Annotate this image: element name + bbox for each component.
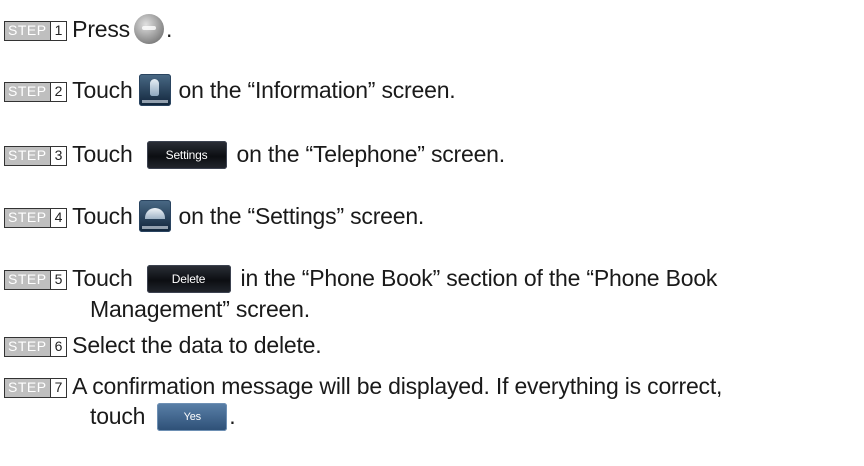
step-4: STEP 4 Touch on the “Settings” screen. [4,199,862,234]
step-badge: STEP 3 [4,146,68,166]
step-2: STEP 2 Touch on the “Information” screen. [4,73,862,108]
step-badge: STEP 2 [4,82,68,102]
step-text: Touch [72,141,133,167]
step-badge: STEP 7 [4,378,68,398]
step-5: STEP 5 Touch Delete in the “Phone Book” sect… [4,263,862,324]
step-text: Press [72,16,130,42]
step-text-continued-after: . [229,403,236,429]
step-badge: STEP 4 [4,208,68,228]
step-text: Select the data to delete. [72,332,322,358]
step-text: Touch [72,77,133,103]
instruction-page: STEP 1 Press. STEP 2 Touch on the “Informatio… [0,0,864,466]
step-text-continued-before: touch [90,403,146,429]
step-text-after: in the “Phone Book” section of the “Phon… [240,265,718,291]
step-text: Touch [72,203,133,229]
settings-button-image: Settings [146,140,227,169]
delete-button-image: Delete [146,264,231,293]
step-3: STEP 3 Touch Settings on the “Telephone” scr… [4,139,862,170]
step-text: Touch [72,265,133,291]
step-1: STEP 1 Press. [4,13,862,46]
step-badge: STEP 6 [4,337,68,357]
step-text-continued: Management” screen. [90,295,310,322]
telephone-icon [138,73,171,106]
step-text-after: on the “Telephone” screen. [236,141,506,167]
step-text-continued: touch Yes. [4,401,862,432]
phone-book-icon [138,199,171,232]
info-button-icon [133,13,164,44]
step-text-after: on the “Information” screen. [178,77,456,103]
step-6: STEP 6 Select the data to delete. [4,330,862,360]
step-text-after: on the “Settings” screen. [178,203,425,229]
yes-button-image: Yes [157,402,228,431]
step-badge: STEP 5 [4,270,68,290]
step-text-after: . [165,16,173,42]
step-7: STEP 7 A confirmation message will be disp… [4,371,862,432]
step-text: A confirmation message will be displayed… [72,373,723,399]
step-badge: STEP 1 [4,21,68,41]
